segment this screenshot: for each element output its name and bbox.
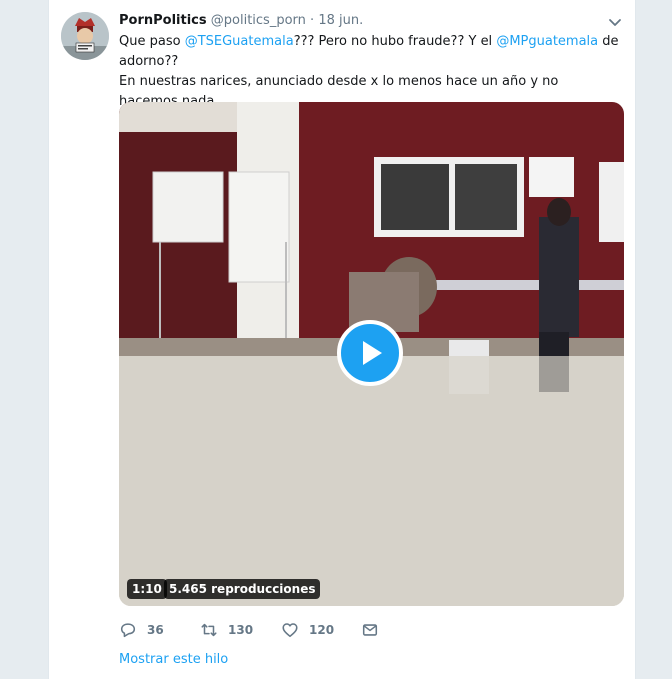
reply-count: 36 <box>147 623 164 637</box>
mention-tse[interactable]: @TSEGuatemala <box>185 34 294 49</box>
handle[interactable]: @politics_porn <box>211 13 306 28</box>
avatar[interactable] <box>61 12 109 60</box>
tweet-card[interactable]: PornPolitics @politics_porn · 18 jun. Qu… <box>48 0 636 679</box>
play-button[interactable] <box>337 320 403 386</box>
tweet-actions: 36 130 120 <box>119 620 519 640</box>
reply-button[interactable]: 36 <box>119 620 164 640</box>
retweet-icon <box>201 623 217 637</box>
heart-icon <box>282 623 298 638</box>
tweet-text: Que paso @TSEGuatemala??? Pero no hubo f… <box>119 32 619 112</box>
video-duration-badge: 1:10 <box>127 579 167 599</box>
reply-icon <box>120 623 136 638</box>
play-icon <box>363 341 382 365</box>
tweet-text-part1: Que paso <box>119 34 185 49</box>
tweet-header: PornPolitics @politics_porn · 18 jun. <box>119 12 363 30</box>
like-count: 120 <box>309 623 335 637</box>
tweet-date[interactable]: 18 jun. <box>318 13 363 28</box>
video-player[interactable]: 1:10 5.465 reproducciones <box>119 102 624 606</box>
like-button[interactable]: 120 <box>281 620 334 640</box>
separator: · <box>310 13 315 28</box>
display-name[interactable]: PornPolitics <box>119 13 207 28</box>
direct-message-button[interactable] <box>361 620 389 640</box>
show-thread-link[interactable]: Mostrar este hilo <box>119 652 228 667</box>
chevron-down-icon[interactable] <box>607 14 623 30</box>
mention-mp[interactable]: @MPguatemala <box>496 34 598 49</box>
retweet-count: 130 <box>228 623 254 637</box>
tweet-text-part2: ??? Pero no hubo fraude?? Y el <box>293 34 497 49</box>
video-views-badge: 5.465 reproducciones <box>164 579 321 599</box>
envelope-icon <box>362 624 378 636</box>
tweet-text-line1: Que paso @TSEGuatemala??? Pero no hubo f… <box>119 32 619 72</box>
retweet-button[interactable]: 130 <box>200 620 253 640</box>
